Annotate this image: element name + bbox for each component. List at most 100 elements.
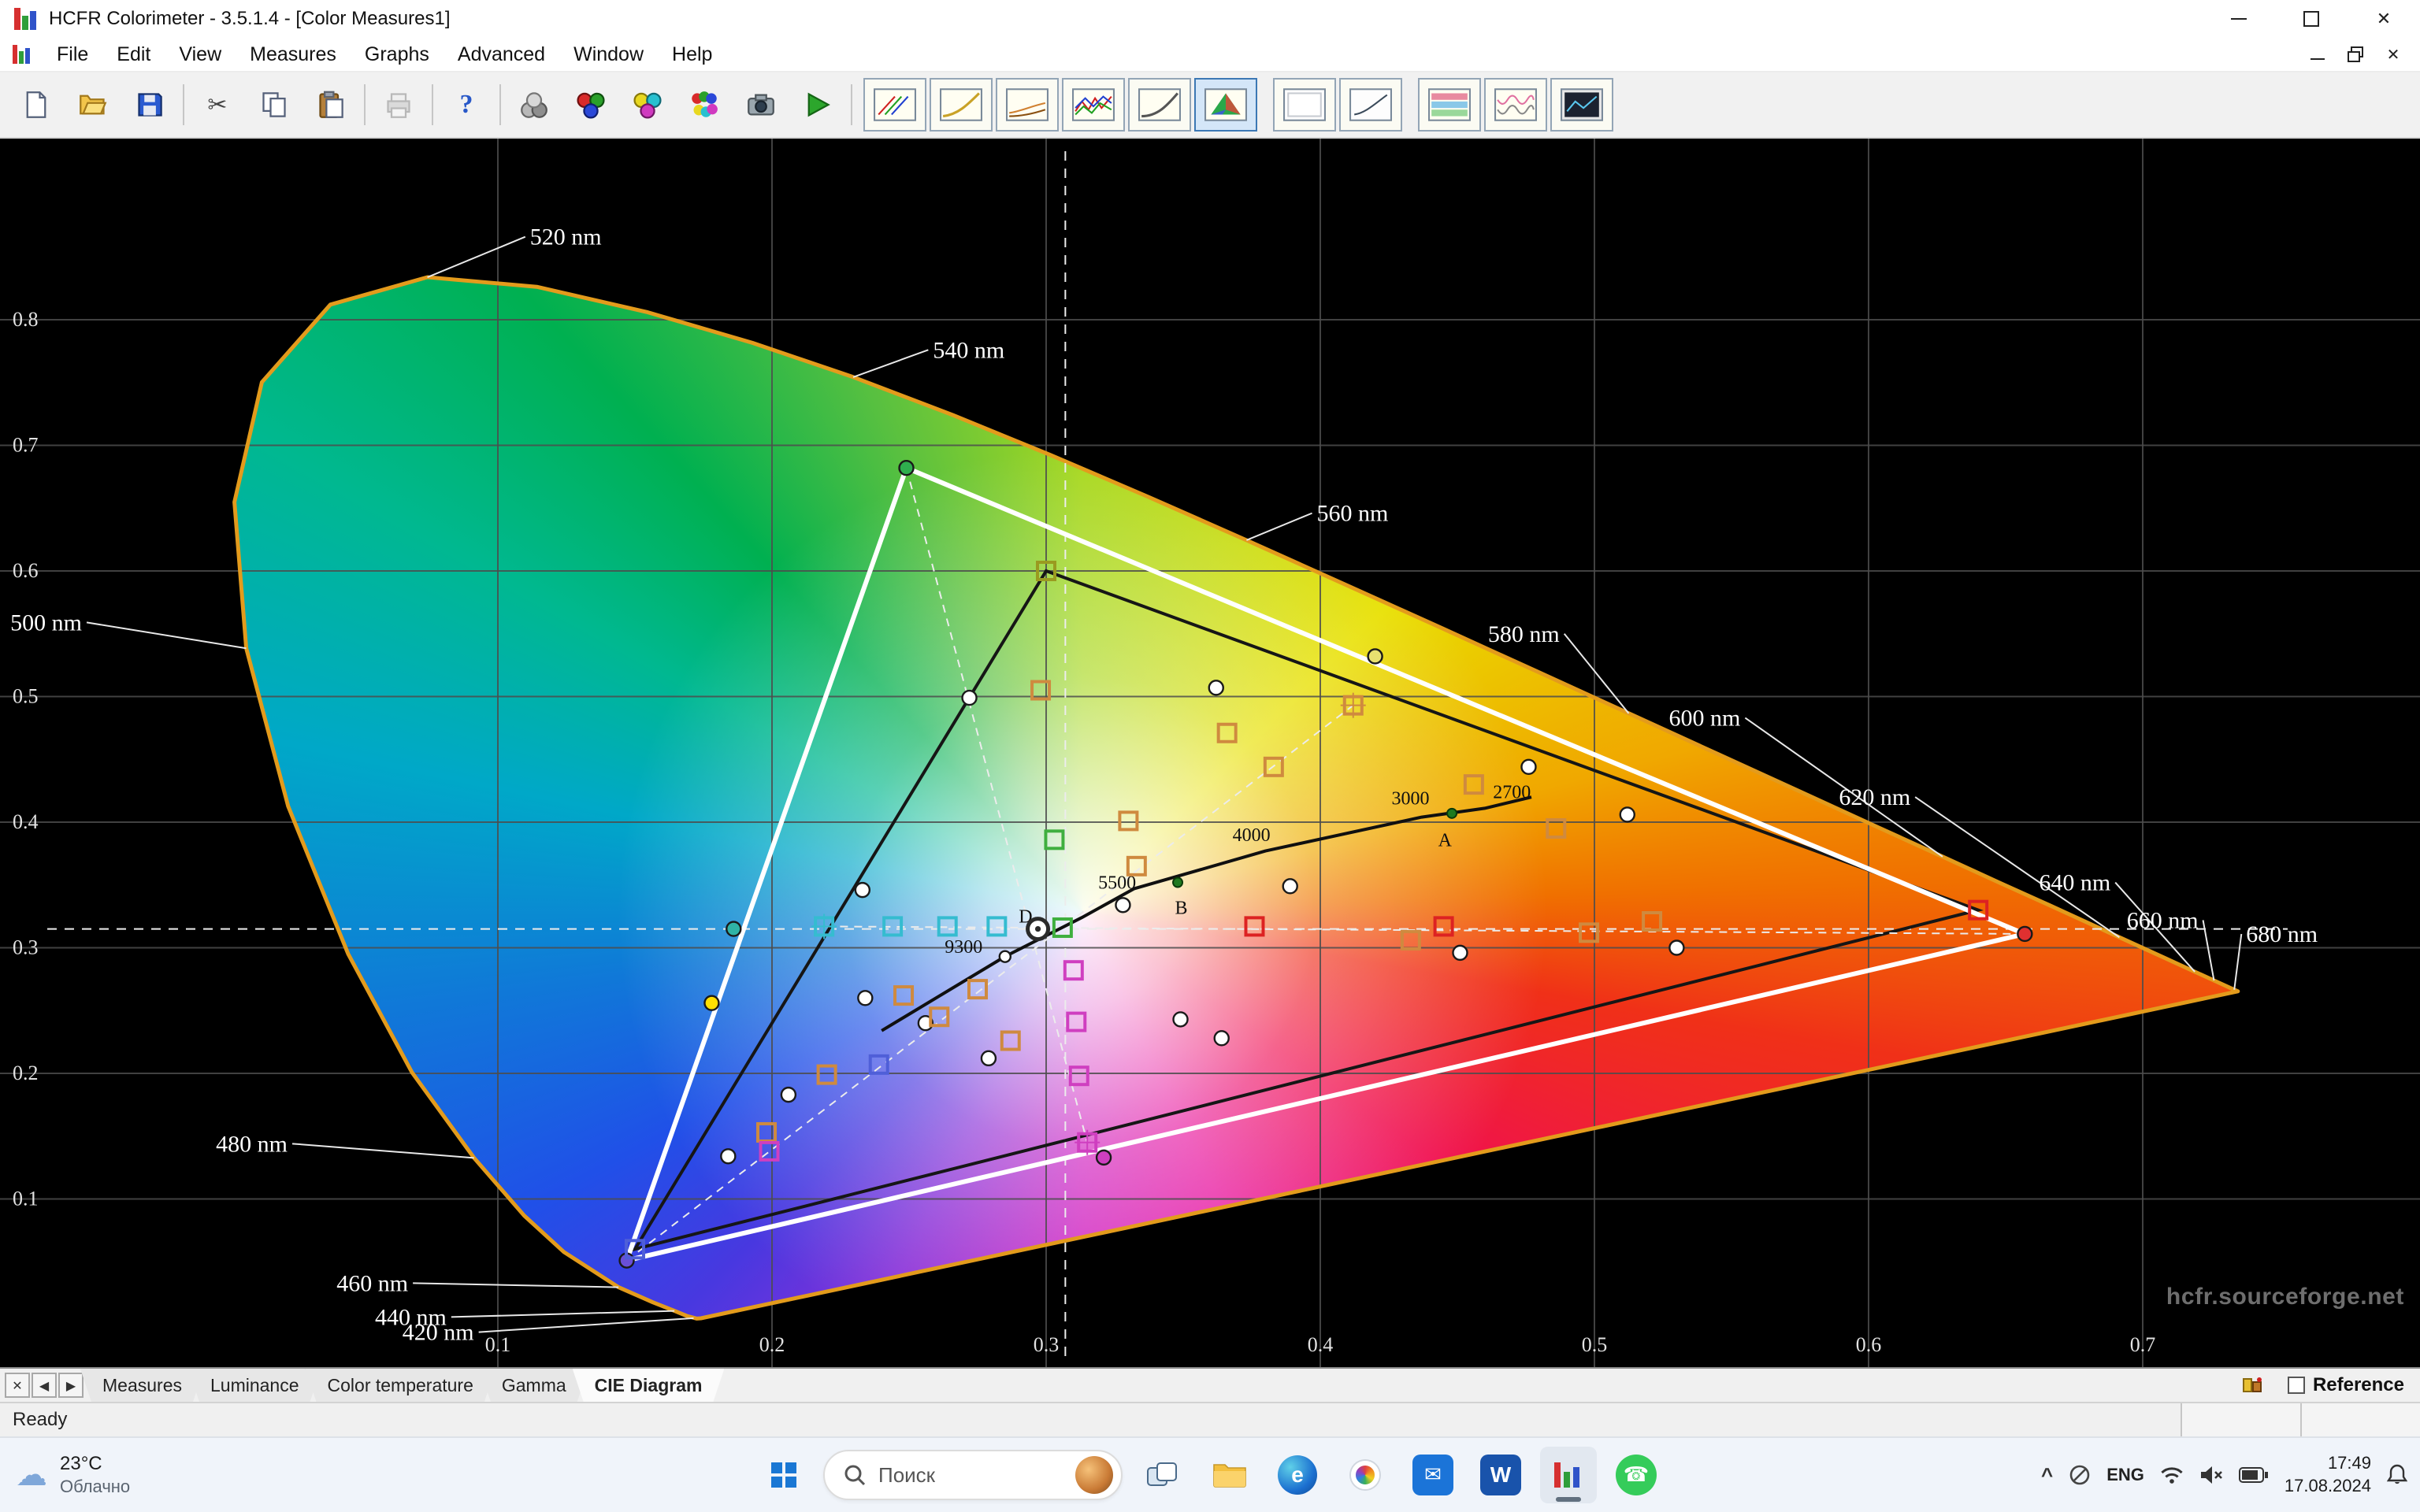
menu-advanced[interactable]: Advanced bbox=[444, 38, 559, 71]
hcfr-app-button[interactable] bbox=[1540, 1447, 1597, 1503]
print-button[interactable] bbox=[375, 81, 422, 128]
copy-button[interactable] bbox=[251, 81, 298, 128]
help-button[interactable]: ? bbox=[443, 81, 490, 128]
view-dark-monitor-button[interactable] bbox=[1550, 78, 1613, 132]
svg-text:480 nm: 480 nm bbox=[216, 1131, 288, 1157]
run-measures-button[interactable] bbox=[794, 81, 841, 128]
tray-time: 17:49 bbox=[2327, 1453, 2371, 1473]
measure-secondaries-button[interactable] bbox=[624, 81, 671, 128]
svg-text:0.3: 0.3 bbox=[1034, 1333, 1060, 1356]
svg-text:0.7: 0.7 bbox=[13, 434, 39, 457]
measure-grayscale-button[interactable] bbox=[510, 81, 558, 128]
tab-luminance[interactable]: Luminance bbox=[188, 1369, 321, 1402]
edge-browser-button[interactable]: e bbox=[1269, 1447, 1326, 1503]
language-indicator[interactable]: ENG bbox=[2106, 1465, 2144, 1485]
search-input[interactable]: Поиск bbox=[823, 1450, 1123, 1500]
view-luminance-button[interactable] bbox=[1128, 78, 1191, 132]
search-icon bbox=[844, 1465, 866, 1486]
tab-measures[interactable]: Measures bbox=[80, 1369, 204, 1402]
menu-bar: File Edit View Measures Graphs Advanced … bbox=[0, 38, 2420, 72]
legend-chip-icon bbox=[2242, 1377, 2262, 1392]
whatsapp-button[interactable]: ☎ bbox=[1608, 1447, 1665, 1503]
tab-bar: ✕ ◀ ▶ Measures Luminance Color temperatu… bbox=[0, 1367, 2420, 1402]
svg-text:0.4: 0.4 bbox=[1308, 1333, 1334, 1356]
file-explorer-button[interactable] bbox=[1201, 1447, 1258, 1503]
tab-prev-button[interactable]: ◀ bbox=[32, 1373, 57, 1398]
search-daily-image bbox=[1075, 1456, 1113, 1494]
menu-file[interactable]: File bbox=[43, 38, 102, 71]
cut-button[interactable]: ✂ bbox=[194, 81, 241, 128]
status-text: Ready bbox=[13, 1409, 68, 1430]
mdi-close-button[interactable]: ✕ bbox=[2376, 40, 2411, 69]
grayscale-spheres-icon bbox=[521, 92, 547, 118]
mdi-minimize-icon bbox=[2311, 58, 2325, 60]
view-rgb-levels-button[interactable] bbox=[863, 78, 926, 132]
view-waves-button[interactable] bbox=[1484, 78, 1547, 132]
minimize-button[interactable] bbox=[2203, 0, 2275, 38]
tab-cie-diagram[interactable]: CIE Diagram bbox=[573, 1369, 725, 1402]
measure-full-button[interactable] bbox=[681, 81, 728, 128]
new-button[interactable] bbox=[13, 81, 60, 128]
svg-text:0.5: 0.5 bbox=[1582, 1333, 1608, 1356]
svg-text:0.8: 0.8 bbox=[13, 308, 39, 331]
tray-expand-icon[interactable]: ^ bbox=[2041, 1463, 2053, 1488]
battery-icon[interactable] bbox=[2238, 1467, 2269, 1483]
tab-gamma[interactable]: Gamma bbox=[480, 1369, 588, 1402]
reference-checkbox[interactable]: Reference bbox=[2266, 1369, 2420, 1402]
svg-text:2700: 2700 bbox=[1493, 783, 1531, 803]
svg-text:600 nm: 600 nm bbox=[1669, 706, 1741, 732]
clock-widget[interactable]: 17:49 17.08.2024 bbox=[2285, 1452, 2371, 1497]
paste-button[interactable] bbox=[307, 81, 354, 128]
word-icon: W bbox=[1480, 1455, 1521, 1495]
word-button[interactable]: W bbox=[1472, 1447, 1529, 1503]
start-button[interactable] bbox=[755, 1447, 812, 1503]
view-gamma-button[interactable] bbox=[930, 78, 993, 132]
volume-muted-icon[interactable] bbox=[2199, 1466, 2223, 1484]
cmy-spheres-icon bbox=[633, 92, 662, 119]
mdi-minimize-button[interactable] bbox=[2300, 40, 2335, 69]
checkbox-icon bbox=[2287, 1377, 2305, 1394]
cie-chromaticity-chart[interactable]: 0.1 0.2 0.3 0.4 0.5 0.6 0.7 0.1 0.2 0.3 0.4 0.5 0.6 0… bbox=[0, 139, 2420, 1367]
maximize-button[interactable] bbox=[2275, 0, 2348, 38]
nearblack-chart-icon bbox=[1006, 88, 1049, 121]
mail-button[interactable]: ✉ bbox=[1405, 1447, 1461, 1503]
weather-widget[interactable]: ☁ 23°C Облачно bbox=[16, 1452, 130, 1498]
new-document-icon bbox=[26, 91, 46, 118]
view-monitor-button[interactable] bbox=[1273, 78, 1336, 132]
task-view-button[interactable] bbox=[1134, 1447, 1190, 1503]
view-layers-button[interactable] bbox=[1418, 78, 1481, 132]
menu-edit[interactable]: Edit bbox=[102, 38, 165, 71]
legend-icon[interactable] bbox=[2240, 1375, 2266, 1395]
capture-button[interactable] bbox=[737, 81, 785, 128]
view-nearblack-button[interactable] bbox=[996, 78, 1059, 132]
notifications-bell-icon[interactable] bbox=[2387, 1464, 2407, 1486]
menu-graphs[interactable]: Graphs bbox=[351, 38, 444, 71]
weather-cloud-icon: ☁ bbox=[16, 1457, 47, 1493]
svg-text:0.5: 0.5 bbox=[13, 685, 39, 708]
menu-view[interactable]: View bbox=[165, 38, 236, 71]
save-button[interactable] bbox=[126, 81, 173, 128]
paste-icon bbox=[319, 91, 343, 118]
menu-help[interactable]: Help bbox=[658, 38, 726, 71]
measure-primaries-button[interactable] bbox=[567, 81, 614, 128]
view-curve-button[interactable] bbox=[1339, 78, 1402, 132]
svg-text:520 nm: 520 nm bbox=[530, 224, 602, 250]
menu-measures[interactable]: Measures bbox=[236, 38, 351, 71]
tab-close-button[interactable]: ✕ bbox=[5, 1373, 30, 1398]
photos-button[interactable] bbox=[1337, 1447, 1394, 1503]
view-cie-diagram-button[interactable] bbox=[1194, 78, 1257, 132]
do-not-disturb-icon[interactable] bbox=[2069, 1464, 2091, 1486]
view-rgb-histogram-button[interactable] bbox=[1062, 78, 1125, 132]
svg-text:0.7: 0.7 bbox=[2130, 1333, 2156, 1356]
menu-window[interactable]: Window bbox=[559, 38, 658, 71]
wifi-icon[interactable] bbox=[2160, 1466, 2184, 1484]
svg-text:3000: 3000 bbox=[1391, 789, 1429, 810]
mdi-restore-icon bbox=[2348, 46, 2363, 62]
document-icon bbox=[13, 45, 33, 64]
toolbar: ✂ ? bbox=[0, 72, 2420, 139]
close-button[interactable]: ✕ bbox=[2348, 0, 2420, 38]
open-button[interactable] bbox=[69, 81, 117, 128]
mdi-restore-button[interactable] bbox=[2338, 40, 2373, 69]
tab-color-temperature[interactable]: Color temperature bbox=[306, 1369, 496, 1402]
tab-next-button[interactable]: ▶ bbox=[58, 1373, 84, 1398]
